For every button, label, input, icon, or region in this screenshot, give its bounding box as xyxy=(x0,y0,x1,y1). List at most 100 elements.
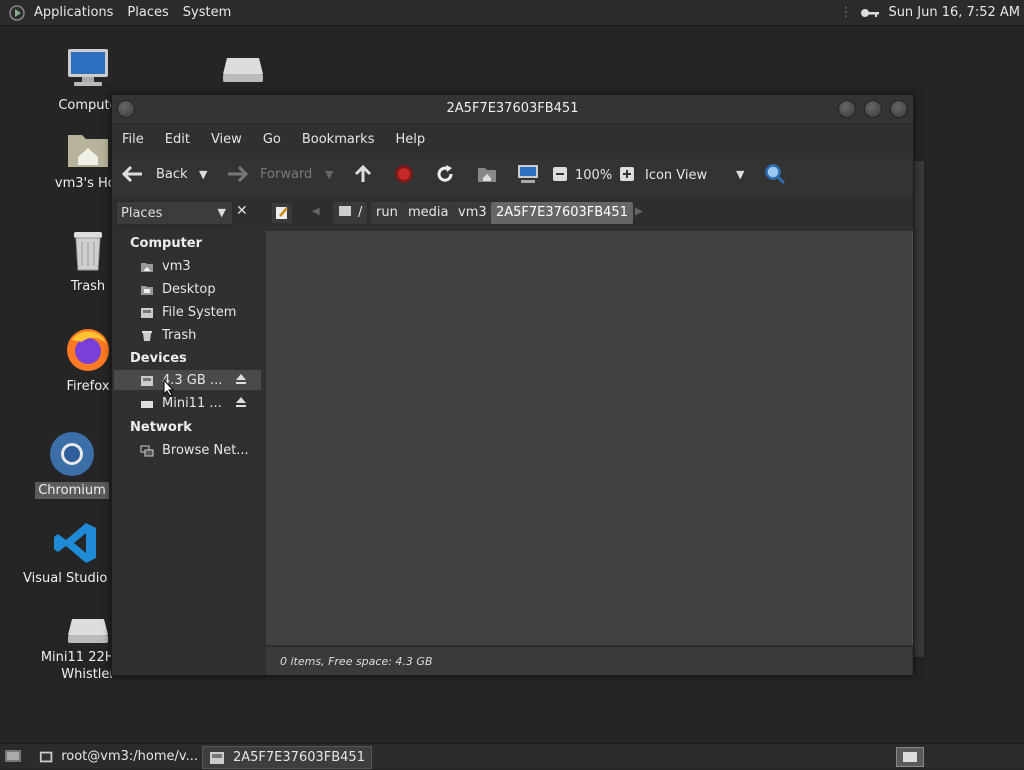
zoom-level: 100% xyxy=(575,168,613,183)
status-text: 0 items, Free space: 4.3 GB xyxy=(280,655,433,668)
edit-location-icon[interactable] xyxy=(272,203,292,223)
chromium-icon xyxy=(50,432,94,476)
desktop-folder-icon xyxy=(141,285,153,295)
filesystem-icon xyxy=(141,307,153,318)
clock[interactable]: Sun Jun 16, 7:52 AM xyxy=(888,5,1020,20)
file-manager-window: 2A5F7E37603FB451 File Edit View Go Bookm… xyxy=(111,94,914,676)
places-menu[interactable]: Places xyxy=(127,5,168,20)
desktop-icon-label: Trash xyxy=(70,279,106,294)
stop-icon[interactable] xyxy=(394,164,414,188)
task-terminal[interactable]: root@vm3:/home/v... xyxy=(33,746,198,767)
forward-history-dropdown-icon[interactable]: ▼ xyxy=(325,168,333,181)
show-desktop-icon[interactable] xyxy=(4,748,22,768)
toolbar: Back ▼ Forward ▼ 100% Icon View ▼ xyxy=(112,154,913,196)
menubar: File Edit View Go Bookmarks Help xyxy=(112,124,913,154)
section-network: Network xyxy=(130,420,192,435)
forward-label: Forward xyxy=(260,166,313,182)
breadcrumb-root[interactable]: / xyxy=(333,202,368,224)
computer-icon xyxy=(68,49,108,86)
home-folder-icon xyxy=(141,262,153,272)
breadcrumb-media[interactable]: media xyxy=(403,202,454,224)
menu-go[interactable]: Go xyxy=(263,132,281,147)
desktop-icon-label: Firefox xyxy=(66,379,110,394)
gnome-foot-icon[interactable] xyxy=(8,4,26,22)
reload-icon[interactable] xyxy=(435,164,455,188)
zoom-out-icon[interactable] xyxy=(552,166,568,186)
menu-file[interactable]: File xyxy=(122,132,144,147)
firefox-icon xyxy=(67,329,109,371)
eject-icon[interactable] xyxy=(235,373,247,389)
up-icon[interactable] xyxy=(353,164,373,188)
zoom-in-icon[interactable] xyxy=(619,166,635,186)
panel-separator: ⋮ xyxy=(839,5,853,20)
forward-button[interactable]: Forward xyxy=(226,165,312,183)
home-icon[interactable] xyxy=(476,164,498,188)
location-bar: Places ▼ ✕ ◀ / run media vm3 2A5F7E37603… xyxy=(112,196,913,230)
breadcrumb-scroll-left-icon[interactable]: ◀ xyxy=(312,206,320,217)
status-bar: 0 items, Free space: 4.3 GB xyxy=(266,646,912,675)
section-computer: Computer xyxy=(130,236,203,251)
breadcrumb-scroll-right-icon[interactable]: ▶ xyxy=(635,206,643,217)
workspace-switcher[interactable] xyxy=(896,747,924,767)
drive-icon xyxy=(141,400,153,408)
view-mode-select[interactable]: Icon View xyxy=(645,168,707,183)
eject-icon[interactable] xyxy=(235,396,247,412)
sidebar-selector[interactable]: Places ▼ xyxy=(116,201,233,225)
trash-icon xyxy=(74,232,102,271)
window-title: 2A5F7E37603FB451 xyxy=(446,101,579,116)
home-folder-icon xyxy=(68,135,108,167)
drive-icon xyxy=(223,58,263,82)
back-history-dropdown-icon[interactable]: ▼ xyxy=(199,168,207,181)
computer-icon[interactable] xyxy=(516,163,540,189)
device-4gb[interactable]: 4.3 GB ... xyxy=(140,373,222,388)
chevron-down-icon: ▼ xyxy=(217,206,226,219)
menu-edit[interactable]: Edit xyxy=(165,132,190,147)
vscode-icon xyxy=(54,523,96,563)
device-mini11[interactable]: Mini11 ... xyxy=(140,396,222,411)
sidebar-selector-label: Places xyxy=(121,206,163,221)
back-button[interactable]: Back xyxy=(122,165,188,183)
desktop-icon-drive[interactable] xyxy=(188,52,298,88)
place-desktop[interactable]: Desktop xyxy=(140,282,216,297)
top-panel: Applications Places System ⋮ Sun Jun 16,… xyxy=(0,0,1024,26)
close-button[interactable] xyxy=(890,100,908,118)
breadcrumb-run[interactable]: run xyxy=(371,202,403,224)
maximize-button[interactable] xyxy=(864,100,882,118)
drive-icon xyxy=(141,375,153,386)
file-view[interactable] xyxy=(266,231,912,645)
network-icon xyxy=(140,445,154,456)
bottom-panel: root@vm3:/home/v... 2A5F7E37603FB451 xyxy=(0,743,1024,769)
forward-arrow-icon xyxy=(228,165,248,183)
places-sidebar: Computer vm3 Desktop File System Trash D… xyxy=(112,231,263,675)
section-devices: Devices xyxy=(130,351,187,366)
vertical-scrollbar[interactable] xyxy=(912,231,913,645)
minimize-button[interactable] xyxy=(838,100,856,118)
view-mode-dropdown-icon[interactable]: ▼ xyxy=(736,168,744,181)
place-trash[interactable]: Trash xyxy=(140,328,196,343)
drive-icon xyxy=(210,751,224,764)
desktop-icon-label-line2: Whistler xyxy=(61,667,115,682)
breadcrumb-current[interactable]: 2A5F7E37603FB451 xyxy=(491,202,633,224)
search-icon[interactable] xyxy=(764,163,786,189)
terminal-icon xyxy=(39,751,53,762)
place-browse-network[interactable]: Browse Net... xyxy=(140,443,249,458)
desktop-icon-label: Chromium xyxy=(35,482,109,499)
window-titlebar[interactable]: 2A5F7E37603FB451 xyxy=(112,95,913,124)
place-filesystem[interactable]: File System xyxy=(140,305,236,320)
system-menu[interactable]: System xyxy=(183,5,231,20)
back-arrow-icon xyxy=(122,165,142,183)
trash-icon xyxy=(142,330,152,341)
close-sidebar-icon[interactable]: ✕ xyxy=(236,203,248,219)
task-file-manager[interactable]: 2A5F7E37603FB451 xyxy=(202,746,372,769)
breadcrumb-vm3[interactable]: vm3 xyxy=(453,202,492,224)
place-home[interactable]: vm3 xyxy=(140,259,191,274)
menu-help[interactable]: Help xyxy=(395,132,425,147)
drive-icon xyxy=(339,206,351,216)
applications-menu[interactable]: Applications xyxy=(34,5,113,20)
network-key-icon[interactable] xyxy=(860,6,880,20)
menu-view[interactable]: View xyxy=(211,132,242,147)
back-label: Back xyxy=(156,166,188,182)
menu-bookmarks[interactable]: Bookmarks xyxy=(302,132,375,147)
drive-icon xyxy=(68,619,108,643)
mouse-cursor-icon xyxy=(163,378,175,401)
